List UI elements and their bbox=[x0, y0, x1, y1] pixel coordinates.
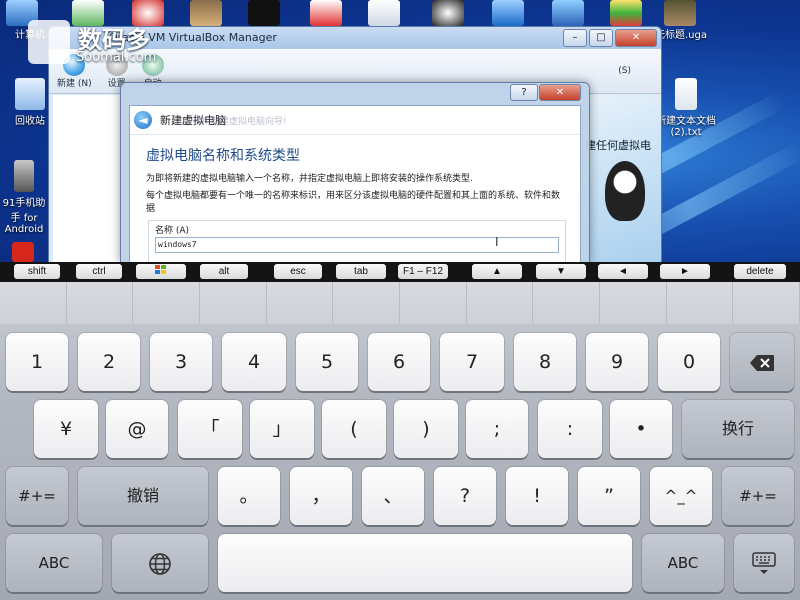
maximize-button[interactable]: □ bbox=[589, 29, 613, 47]
soomal-logo-icon bbox=[28, 20, 70, 64]
recycle-bin-icon bbox=[15, 78, 45, 110]
vm-list-pane[interactable] bbox=[53, 95, 124, 262]
desktop-icon-label: 回收站 bbox=[15, 116, 45, 127]
key-question[interactable]: ? bbox=[434, 467, 496, 525]
abc-key-right[interactable]: ABC bbox=[642, 534, 724, 592]
globe-icon bbox=[149, 552, 171, 575]
desktop-icon-label: 新建文本文档 (2).txt bbox=[656, 116, 716, 138]
undo-key[interactable]: 撤销 bbox=[78, 467, 208, 525]
desktop: 计算机 回收站 91手机助手 for Android 无标题.uga 新建文本文… bbox=[0, 0, 800, 262]
ghost-welcome-text: 欢迎使用新建虚拟电脑向导! bbox=[175, 117, 287, 127]
left-arrow-key[interactable]: ◄ bbox=[598, 264, 648, 279]
tab-key[interactable]: tab bbox=[336, 264, 386, 279]
shift-key[interactable]: shift bbox=[14, 264, 60, 279]
globe-key[interactable] bbox=[112, 534, 208, 592]
watermark-logo: 数码多 Soomal.com bbox=[28, 20, 168, 70]
colorful-icon[interactable] bbox=[610, 0, 642, 26]
key-enum-comma[interactable]: 、 bbox=[362, 467, 424, 525]
back-arrow-icon[interactable]: ◄ bbox=[134, 111, 152, 129]
dialog-close-button[interactable]: ✕ bbox=[539, 84, 581, 101]
desktop-icon-acrobat[interactable] bbox=[0, 242, 46, 262]
key-left-bracket[interactable]: 「 bbox=[178, 400, 242, 458]
close-button[interactable]: ✕ bbox=[615, 29, 657, 47]
desktop-icon-phone-assistant[interactable]: 91手机助手 for Android bbox=[0, 160, 48, 235]
key-0[interactable]: 0 bbox=[658, 333, 720, 391]
black-window-icon[interactable] bbox=[248, 0, 280, 26]
alien-icon[interactable] bbox=[432, 0, 464, 26]
backspace-icon bbox=[750, 354, 774, 371]
delete-key[interactable]: delete bbox=[734, 264, 786, 279]
f1-f12-key[interactable]: F1 – F12 bbox=[398, 264, 448, 279]
key-bullet[interactable]: • bbox=[610, 400, 672, 458]
new-vm-label: 新建 (N) bbox=[57, 78, 92, 89]
phone-assistant-icon bbox=[14, 160, 34, 192]
right-arrow-key[interactable]: ► bbox=[660, 264, 710, 279]
symbols-key-left[interactable]: #+= bbox=[6, 467, 68, 525]
key-8[interactable]: 8 bbox=[514, 333, 576, 391]
key-5[interactable]: 5 bbox=[296, 333, 358, 391]
hide-keyboard-key[interactable] bbox=[734, 534, 794, 592]
watermark-en: Soomal.com bbox=[76, 50, 157, 65]
network-icon[interactable] bbox=[552, 0, 584, 26]
symbols-key-right[interactable]: #+= bbox=[722, 467, 794, 525]
key-6[interactable]: 6 bbox=[368, 333, 430, 391]
photo-icon[interactable] bbox=[190, 0, 222, 26]
modifier-key-bar: shift ctrl alt esc tab F1 – F12 ▲ ▼ ◄ ► … bbox=[0, 262, 800, 282]
welcome-text: 建任何虚拟电 bbox=[585, 139, 651, 152]
key-yen[interactable]: ¥ bbox=[34, 400, 98, 458]
key-right-bracket[interactable]: 」 bbox=[250, 400, 314, 458]
key-3[interactable]: 3 bbox=[150, 333, 212, 391]
up-arrow-key[interactable]: ▲ bbox=[472, 264, 522, 279]
new-vm-wizard-dialog[interactable]: ? ✕ ◄ 新建虚拟电脑 虚拟电脑名称和系统类型 为即将新建的虚拟电脑输入一个名… bbox=[120, 82, 590, 262]
candidate-bar bbox=[0, 282, 800, 324]
description-text: 每个虚拟电脑都要有一个唯一的名称来标识，用来区分该虚拟电脑的硬件配置和其上面的系… bbox=[146, 191, 561, 214]
page-heading: 虚拟电脑名称和系统类型 bbox=[146, 148, 300, 164]
text-cursor-icon: I bbox=[495, 235, 499, 249]
ctrl-key[interactable]: ctrl bbox=[76, 264, 122, 279]
key-emoticon[interactable]: ^_^ bbox=[650, 467, 712, 525]
name-group: 名称 (A) windows7 I bbox=[148, 220, 566, 262]
text-file-icon bbox=[675, 78, 697, 110]
key-at[interactable]: @ bbox=[106, 400, 168, 458]
return-key[interactable]: 换行 bbox=[682, 400, 794, 458]
windows-key[interactable] bbox=[136, 264, 186, 279]
film-icon[interactable] bbox=[664, 0, 696, 26]
key-right-paren[interactable]: ) bbox=[394, 400, 458, 458]
backspace-key[interactable] bbox=[730, 333, 794, 391]
desktop-icon-label: 无标题.uga bbox=[655, 30, 707, 41]
pdf-icon[interactable] bbox=[310, 0, 342, 26]
instruction-text: 为即将新建的虚拟电脑输入一个名称，并指定虚拟电脑上即将安装的操作系统类型. bbox=[146, 174, 473, 184]
key-exclaim[interactable]: ! bbox=[506, 467, 568, 525]
menu-hint: (S) bbox=[618, 66, 631, 76]
penguin-mascot-icon bbox=[605, 161, 645, 221]
desktop-icon-label: 91手机助手 for Android bbox=[2, 198, 46, 235]
keyboard-dismiss-icon bbox=[752, 551, 776, 574]
windows-logo-icon bbox=[155, 265, 166, 274]
alt-key[interactable]: alt bbox=[200, 264, 248, 279]
key-1[interactable]: 1 bbox=[6, 333, 68, 391]
space-key[interactable] bbox=[218, 534, 632, 592]
welcome-pane: 建任何虚拟电 bbox=[583, 95, 661, 262]
minimize-button[interactable]: – bbox=[563, 29, 587, 47]
help-button[interactable]: ? bbox=[510, 84, 538, 101]
wizard-body: ◄ 新建虚拟电脑 虚拟电脑名称和系统类型 为即将新建的虚拟电脑输入一个名称，并指… bbox=[129, 105, 581, 262]
key-9[interactable]: 9 bbox=[586, 333, 648, 391]
down-arrow-key[interactable]: ▼ bbox=[536, 264, 586, 279]
key-period-cn[interactable]: 。 bbox=[218, 467, 280, 525]
key-comma-cn[interactable]: ， bbox=[290, 467, 352, 525]
key-4[interactable]: 4 bbox=[222, 333, 286, 391]
esc-key[interactable]: esc bbox=[274, 264, 322, 279]
key-colon[interactable]: : bbox=[538, 400, 602, 458]
key-7[interactable]: 7 bbox=[440, 333, 504, 391]
onscreen-keyboard: 1 2 3 4 5 6 7 8 9 0 ¥ @ 「 」 ( ) ; : • 换行… bbox=[0, 282, 800, 600]
tools-icon[interactable] bbox=[492, 0, 524, 26]
key-left-paren[interactable]: ( bbox=[322, 400, 386, 458]
key-2[interactable]: 2 bbox=[78, 333, 140, 391]
key-quote[interactable]: ” bbox=[578, 467, 640, 525]
document-icon[interactable] bbox=[368, 0, 400, 26]
key-semicolon[interactable]: ; bbox=[466, 400, 528, 458]
abc-key-left[interactable]: ABC bbox=[6, 534, 102, 592]
acrobat-icon bbox=[12, 242, 34, 262]
